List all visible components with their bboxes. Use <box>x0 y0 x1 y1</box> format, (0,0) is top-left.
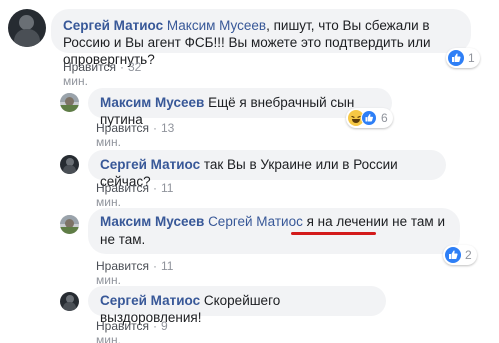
comment-bubble: Сергей Матиос Скорейшего выздоровления! <box>88 286 386 325</box>
reaction-count: 6 <box>381 111 388 125</box>
comment-author[interactable]: Максим Мусеев <box>100 95 204 110</box>
comment-meta: Нравится · 9 мин. <box>96 319 168 343</box>
comment-meta: Нравится · 32 мин. <box>63 60 142 88</box>
avatar-maksim-museev[interactable] <box>60 215 79 234</box>
reaction-count: 2 <box>465 248 472 262</box>
like-link[interactable]: Нравится <box>96 259 149 273</box>
thumbs-up-icon <box>445 247 461 263</box>
reaction-summary[interactable]: 2 <box>443 245 477 265</box>
comment-meta: Нравится · 11 мин. <box>96 259 174 287</box>
comment-bubble: Сергей Матиос так Вы в Украине или в Рос… <box>88 150 446 189</box>
comment-author[interactable]: Максим Мусеев <box>100 214 204 229</box>
comment-bubble: Сергей Матиос Максим Мусеев, пишут, что … <box>51 9 471 67</box>
red-underline-annotation <box>291 232 376 235</box>
thumbs-up-icon <box>448 50 464 66</box>
like-link[interactable]: Нравится <box>96 121 149 135</box>
comment-author[interactable]: Сергей Матиос <box>63 18 163 33</box>
reaction-count: 1 <box>468 51 475 65</box>
avatar-maksim-museev[interactable] <box>60 93 79 112</box>
comment-author[interactable]: Сергей Матиос <box>100 293 200 308</box>
comment-text: я <box>302 214 318 229</box>
comment-meta: Нравится · 13 мин. <box>96 121 175 149</box>
reaction-summary[interactable]: 1 <box>446 48 480 68</box>
comment-bubble: Максим Мусеев Сергей Матиос я на лечении… <box>88 208 460 254</box>
mention-link[interactable]: Сергей Матиос <box>208 214 303 229</box>
reaction-summary[interactable]: 6 <box>346 108 393 128</box>
comment-author[interactable]: Сергей Матиос <box>100 157 200 172</box>
underlined-text: на лечении <box>317 214 389 229</box>
like-link[interactable]: Нравится <box>96 181 149 195</box>
comment-meta: Нравится · 11 мин. <box>96 181 174 209</box>
mention-link[interactable]: Максим Мусеев <box>167 18 266 33</box>
avatar-sergey-matios[interactable] <box>8 9 46 47</box>
avatar-sergey-matios[interactable] <box>60 292 79 311</box>
avatar-sergey-matios[interactable] <box>60 155 79 174</box>
like-link[interactable]: Нравится <box>63 60 116 74</box>
thumbs-up-icon <box>361 110 377 126</box>
like-link[interactable]: Нравится <box>96 319 149 333</box>
